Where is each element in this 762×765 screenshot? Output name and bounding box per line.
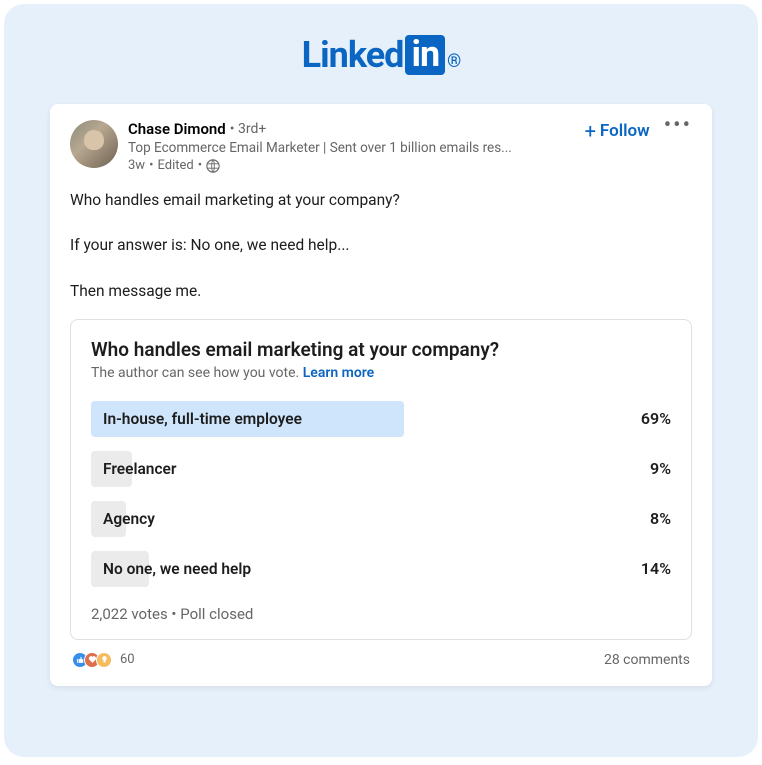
author-name[interactable]: Chase Dimond (128, 120, 226, 138)
post-paragraph-2: If your answer is: No one, we need help.… (70, 234, 692, 257)
plus-icon: + (585, 121, 596, 141)
post-header: Chase Dimond • 3rd+ Top Ecommerce Email … (70, 120, 692, 173)
post-paragraph-1: Who handles email marketing at your comp… (70, 189, 692, 212)
poll-option-percent: 9% (650, 459, 671, 478)
social-row: 60 28 comments (70, 652, 692, 668)
poll-option-percent: 8% (650, 509, 671, 528)
poll-option-label: No one, we need help (91, 560, 641, 578)
bulb-icon (96, 652, 112, 668)
poll-option[interactable]: No one, we need help14% (91, 551, 671, 587)
post-card: Chase Dimond • 3rd+ Top Ecommerce Email … (50, 104, 712, 686)
post-body: Who handles email marketing at your comp… (70, 189, 692, 303)
poll-option-label: In-house, full-time employee (91, 410, 641, 428)
poll-option[interactable]: Agency8% (91, 501, 671, 537)
author-degree: • 3rd+ (230, 121, 267, 137)
linkedin-logo: Linkedin® (302, 34, 461, 76)
poll-title: Who handles email marketing at your comp… (91, 338, 671, 361)
logo-text-in: in (405, 35, 445, 75)
comments-link[interactable]: 28 comments (604, 652, 690, 668)
logo-dot: ® (447, 51, 460, 72)
poll-option-label: Freelancer (91, 460, 650, 478)
logo-text-left: Linked (302, 34, 404, 76)
poll-option-percent: 14% (641, 559, 671, 578)
poll-option[interactable]: Freelancer9% (91, 451, 671, 487)
follow-button[interactable]: + Follow (585, 121, 650, 141)
post-time-row: 3w • Edited • (128, 158, 692, 173)
poll-note: The author can see how you vote. Learn m… (91, 365, 671, 381)
poll-card: Who handles email marketing at your comp… (70, 319, 692, 640)
post-time: 3w (128, 158, 145, 173)
poll-option-label: Agency (91, 510, 650, 528)
author-tagline: Top Ecommerce Email Marketer | Sent over… (128, 140, 548, 156)
post-paragraph-3: Then message me. (70, 280, 692, 303)
poll-footer: 2,022 votes • Poll closed (91, 605, 671, 623)
poll-option[interactable]: In-house, full-time employee69% (91, 401, 671, 437)
more-button[interactable]: ••• (664, 120, 692, 141)
reaction-count: 60 (120, 652, 135, 667)
poll-option-percent: 69% (641, 409, 671, 428)
reactions[interactable]: 60 (72, 652, 135, 668)
follow-label: Follow (600, 121, 650, 141)
learn-more-link[interactable]: Learn more (303, 365, 374, 381)
post-edited: Edited (157, 158, 193, 173)
avatar[interactable] (70, 120, 118, 168)
globe-icon (206, 159, 220, 173)
